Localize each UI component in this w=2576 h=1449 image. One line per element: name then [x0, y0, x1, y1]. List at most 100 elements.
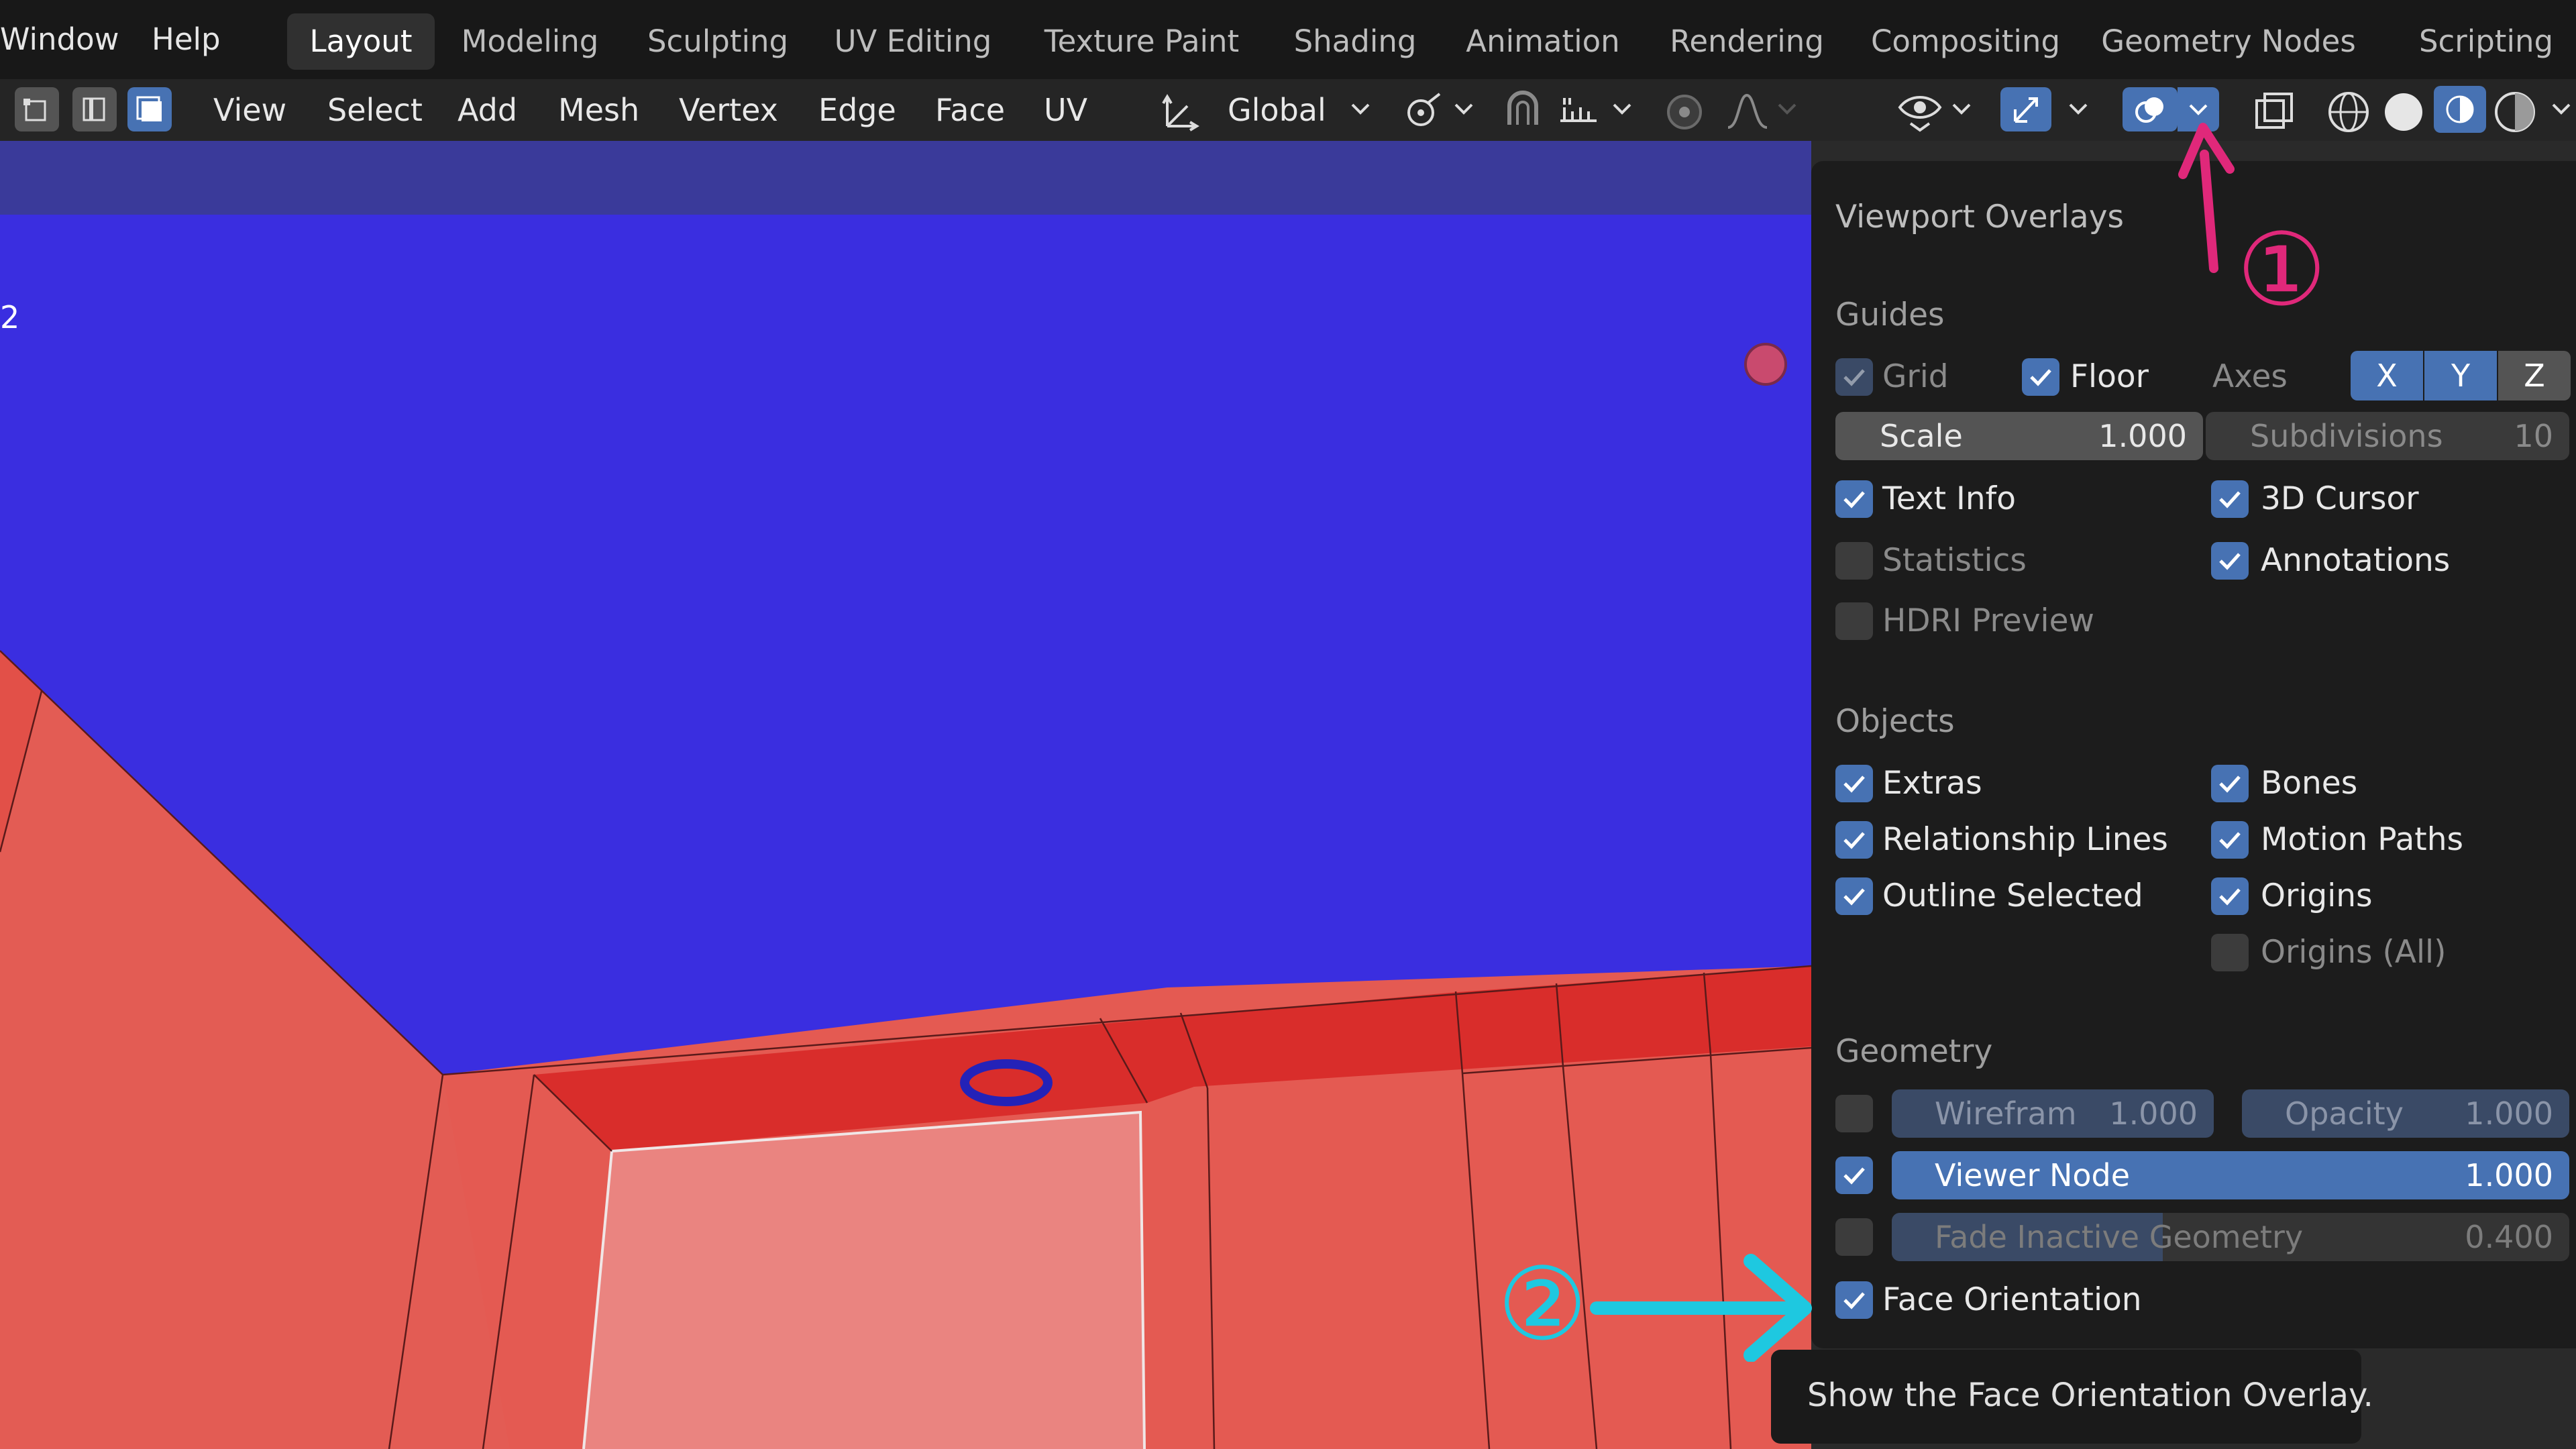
wireframe-threshold-field[interactable]: Wirefram 1.000 — [1892, 1089, 2214, 1138]
tab-sculpting[interactable]: Sculpting — [639, 13, 797, 70]
statistics-checkbox[interactable] — [1835, 542, 1873, 580]
grid-scale-field[interactable]: Scale 1.000 — [1835, 412, 2203, 460]
text-info-checkbox[interactable] — [1835, 480, 1873, 518]
viewer-node-checkbox[interactable] — [1835, 1157, 1873, 1194]
vertex-select-icon — [23, 99, 46, 121]
menu-window[interactable]: Window — [0, 9, 119, 70]
extras-checkbox[interactable] — [1835, 765, 1873, 802]
floor-checkbox[interactable] — [2022, 358, 2059, 396]
tab-texture-paint[interactable]: Texture Paint — [1034, 13, 1249, 70]
object-visibility-icon[interactable] — [1896, 89, 1944, 133]
motion-paths-checkbox[interactable] — [2211, 821, 2249, 859]
edge-select-mode-button[interactable] — [72, 87, 117, 131]
statistics-label: Statistics — [1882, 542, 2027, 579]
chevron-down-icon[interactable] — [2066, 91, 2090, 127]
origins-label: Origins — [2261, 877, 2373, 914]
header-menu-mesh[interactable]: Mesh — [558, 86, 639, 134]
step-2-marker: ② — [1497, 1246, 1588, 1363]
tab-compositing[interactable]: Compositing — [1868, 13, 2063, 70]
chevron-down-icon[interactable] — [1775, 91, 1799, 127]
tab-geometry-nodes[interactable]: Geometry Nodes — [2100, 13, 2357, 70]
checkmark-icon — [2219, 888, 2241, 906]
header-menu-select[interactable]: Select — [327, 86, 423, 134]
tooltip-text: Show the Face Orientation Overlay. — [1807, 1377, 2373, 1414]
text-info-label: Text Info — [1882, 480, 2016, 517]
checkmark-icon — [1843, 369, 1865, 386]
axis-y-toggle[interactable]: Y — [2424, 351, 2497, 400]
face-orientation-checkbox[interactable] — [1835, 1281, 1873, 1319]
header-menu-uv[interactable]: UV — [1044, 86, 1087, 134]
chevron-down-icon[interactable] — [1949, 91, 1974, 127]
selected-face — [584, 1112, 1144, 1449]
proportional-editing-icon[interactable] — [1662, 90, 1707, 134]
face-select-icon — [136, 96, 162, 121]
chevron-down-icon[interactable] — [1452, 91, 1476, 127]
header-menu-vertex[interactable]: Vertex — [679, 86, 778, 134]
hdri-preview-label: HDRI Preview — [1882, 602, 2094, 639]
checkmark-icon — [2219, 832, 2241, 849]
geometry-heading: Geometry — [1835, 1033, 1993, 1070]
wireframe-checkbox[interactable] — [1835, 1095, 1873, 1132]
axes-label: Axes — [2212, 358, 2288, 395]
checkmark-icon — [1843, 832, 1865, 849]
chevron-down-icon[interactable] — [1610, 91, 1634, 127]
fade-inactive-label: Fade Inactive Geometry — [1935, 1219, 2304, 1255]
objects-heading: Objects — [1835, 703, 1955, 740]
wireframe-opacity-field[interactable]: Opacity 1.000 — [2242, 1089, 2569, 1138]
grid-subdivisions-field[interactable]: Subdivisions 10 — [2206, 412, 2569, 460]
bones-label: Bones — [2261, 765, 2358, 802]
outline-selected-checkbox[interactable] — [1835, 877, 1873, 915]
material-preview-shading-button[interactable] — [2434, 86, 2486, 133]
viewport-overlays-popover: Viewport Overlays Guides Grid Floor Axes… — [1811, 161, 2576, 1348]
falloff-curve-icon[interactable] — [1724, 91, 1771, 131]
pivot-point-icon[interactable] — [1402, 90, 1449, 133]
solid-shading-icon[interactable] — [2380, 89, 2427, 136]
extras-label: Extras — [1882, 765, 1982, 802]
tab-animation[interactable]: Animation — [1461, 13, 1625, 70]
menu-help[interactable]: Help — [152, 9, 221, 70]
axis-x-toggle[interactable]: X — [2351, 351, 2423, 400]
fade-inactive-value: 0.400 — [2465, 1219, 2553, 1255]
origins-all-checkbox[interactable] — [2211, 934, 2249, 971]
vertex-select-mode-button[interactable] — [15, 87, 59, 131]
header-menu-view[interactable]: View — [213, 86, 286, 134]
tab-scripting[interactable]: Scripting — [2407, 13, 2565, 70]
header-menu-edge[interactable]: Edge — [818, 86, 896, 134]
gizmo-toggle-button[interactable] — [2000, 87, 2051, 131]
viewport-header-strip — [0, 141, 1811, 215]
transform-orientation-dropdown[interactable]: Global — [1228, 86, 1326, 134]
tab-shading[interactable]: Shading — [1288, 13, 1422, 70]
checkmark-icon — [1843, 1292, 1865, 1309]
viewer-node-opacity-slider[interactable]: Viewer Node 1.000 — [1892, 1151, 2569, 1199]
grid-checkbox[interactable] — [1835, 358, 1873, 396]
fade-inactive-checkbox[interactable] — [1835, 1218, 1873, 1256]
tab-modeling[interactable]: Modeling — [455, 13, 605, 70]
annotations-checkbox[interactable] — [2211, 542, 2249, 580]
axis-z-toggle[interactable]: Z — [2498, 351, 2571, 400]
chevron-down-icon[interactable] — [2549, 91, 2573, 127]
bones-checkbox[interactable] — [2211, 765, 2249, 802]
rendered-shading-icon[interactable] — [2491, 89, 2538, 136]
tab-rendering[interactable]: Rendering — [1660, 13, 1834, 70]
origins-checkbox[interactable] — [2211, 877, 2249, 915]
fade-inactive-slider[interactable]: Fade Inactive Geometry 0.400 — [1892, 1213, 2569, 1261]
viewer-node-value: 1.000 — [2465, 1157, 2553, 1193]
face-select-mode-button[interactable] — [127, 87, 172, 131]
tab-uv-editing[interactable]: UV Editing — [829, 13, 997, 70]
relationship-lines-checkbox[interactable] — [1835, 821, 1873, 859]
3d-cursor-checkbox[interactable] — [2211, 480, 2249, 518]
edge-select-icon — [83, 97, 105, 121]
floor-label: Floor — [2070, 358, 2149, 395]
hdri-preview-checkbox[interactable] — [1835, 602, 1873, 640]
tab-layout[interactable]: Layout — [287, 13, 435, 70]
checkmark-icon — [1843, 775, 1865, 793]
snap-magnet-icon[interactable] — [1500, 89, 1547, 133]
header-menu-face[interactable]: Face — [935, 86, 1005, 134]
snap-increment-icon[interactable] — [1556, 91, 1601, 131]
wireframe-shading-icon[interactable] — [2325, 89, 2372, 136]
3d-cursor-icon[interactable] — [1744, 343, 1787, 386]
checkmark-icon — [1843, 491, 1865, 508]
header-menu-add[interactable]: Add — [458, 86, 517, 134]
overlays-toggle-button[interactable] — [2123, 87, 2178, 131]
chevron-down-icon[interactable] — [1348, 91, 1373, 127]
